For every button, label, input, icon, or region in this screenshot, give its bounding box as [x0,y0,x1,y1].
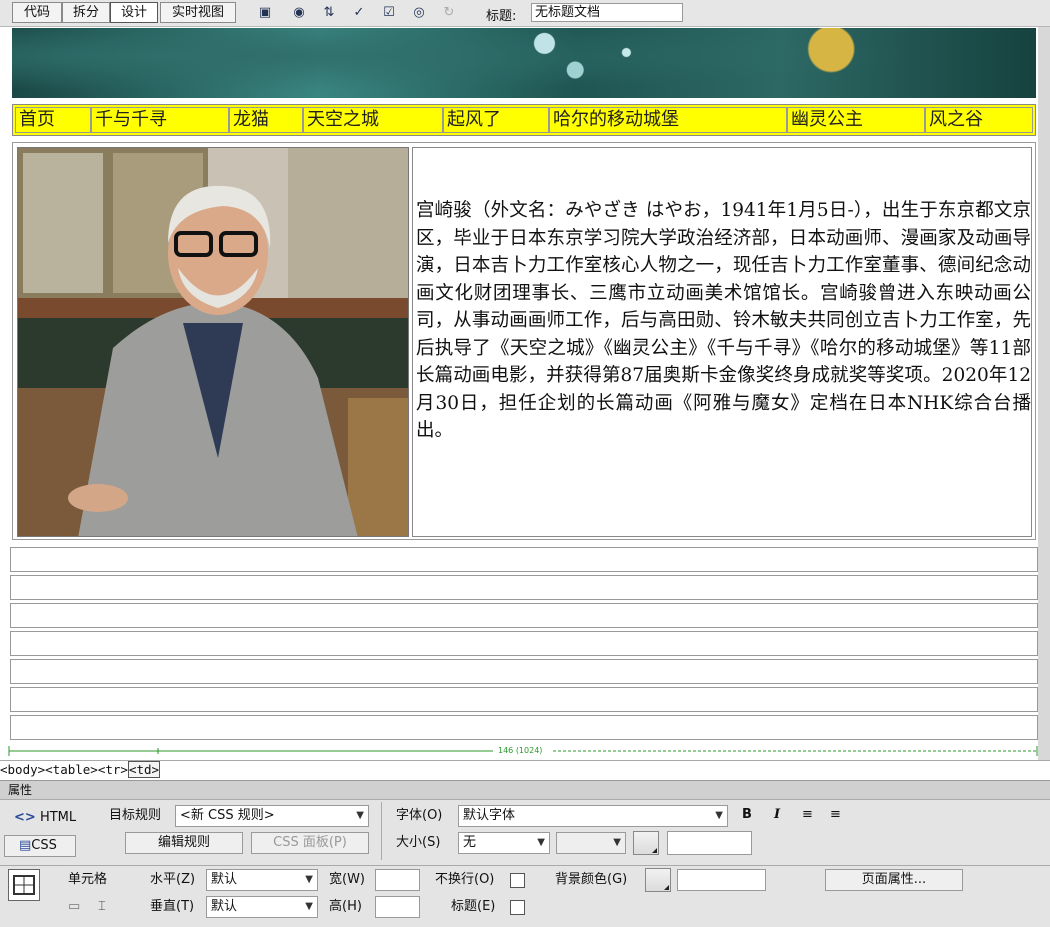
properties-title: 属性 [0,781,1050,800]
nowrap-checkbox[interactable] [510,873,525,888]
empty-row[interactable] [10,659,1038,684]
preview-globe-icon[interactable]: ◉ [290,4,308,21]
css-tab-label: CSS [31,838,57,853]
chevron-down-icon: ▼ [613,837,621,848]
merge-cells-icon[interactable]: ▭ [68,897,80,917]
design-view: 首页 千与千寻 龙猫 天空之城 起风了 哈尔的移动城堡 幽灵公主 风之谷 宫崎骏… [0,27,1050,760]
refresh-icon[interactable]: ↻ [440,4,458,21]
empty-row[interactable] [10,547,1038,572]
chevron-down-icon: ▼ [537,837,545,848]
size-select[interactable]: 无 ▼ [458,832,550,854]
document-toolbar: 代码 拆分 设计 实时视图 ▣ ◉ ⇅ ✓ ☑ ◎ ↻ 标题: 无标题文档 [0,0,1050,27]
divider [381,802,382,860]
nav-item-spirited-away[interactable]: 千与千寻 [91,107,229,133]
split-cell-icon[interactable]: ⌶ [98,897,106,917]
multiscreen-icon[interactable]: ▣ [256,4,274,21]
properties-panel: 属性 <> HTML ▤CSS 目标规则 <新 CSS 规则> ▼ 编辑规则 CS… [0,780,1050,927]
empty-row[interactable] [10,575,1038,600]
nowrap-label: 不换行(O) [435,872,495,887]
validate-icon[interactable]: ✓ [350,4,368,21]
css-panel-button[interactable]: CSS 面板(P) [251,832,369,854]
tag-tr[interactable]: <tr> [98,762,128,777]
align-center-icon[interactable]: ≡ [830,807,841,823]
width-label: 宽(W) [329,872,365,887]
bg-color-label: 背景颜色(G) [555,872,628,887]
check-page-icon[interactable]: ☑ [380,4,398,21]
target-rule-label: 目标规则 [109,808,162,823]
code-brackets-icon: <> [14,810,36,825]
size-label: 大小(S) [396,835,441,850]
nav-item-wind-rises[interactable]: 起风了 [443,107,549,133]
empty-row[interactable] [10,603,1038,628]
horz-label: 水平(Z) [150,872,196,887]
nav-item-laputa[interactable]: 天空之城 [303,107,443,133]
live-view-button[interactable]: 实时视图 [160,2,236,23]
code-view-button[interactable]: 代码 [12,2,62,23]
title-label: 标题: [486,9,517,24]
nav-item-mononoke[interactable]: 幽灵公主 [787,107,925,133]
vert-label: 垂直(T) [150,899,195,914]
content-table: 宫崎骏（外文名：みやざき はやお，1941年1月5日-），出生于东京都文京区，毕… [12,142,1036,540]
page-properties-button[interactable]: 页面属性... [825,869,963,891]
cell-icon [8,869,40,901]
vert-value: 默认 [211,899,238,914]
table-width-guide: 146 (1024) [8,745,1038,757]
target-rule-select[interactable]: <新 CSS 规则> ▼ [175,805,369,827]
empty-row[interactable] [10,631,1038,656]
nav-item-howls-castle[interactable]: 哈尔的移动城堡 [549,107,787,133]
header-label: 标题(E) [451,899,496,914]
bg-color-swatch[interactable] [645,868,671,892]
align-left-icon[interactable]: ≡ [802,807,813,823]
title-input[interactable]: 无标题文档 [531,3,683,22]
css-icon: ▤ [19,838,32,853]
size-unit-select[interactable]: ▼ [556,832,626,854]
split-view-button[interactable]: 拆分 [62,2,110,23]
text-color-input[interactable] [667,831,752,855]
chevron-down-icon: ▼ [305,901,313,912]
tag-selector: <body><table><tr><td> [0,760,1050,780]
divider [0,865,1050,866]
file-transfer-icon[interactable]: ⇅ [320,4,338,21]
italic-button[interactable]: I [774,807,780,823]
vert-select[interactable]: 默认 ▼ [206,896,318,918]
nav-item-totoro[interactable]: 龙猫 [229,107,303,133]
tag-td[interactable]: <td> [127,761,161,778]
bg-color-input[interactable] [677,869,766,891]
nav-bar: 首页 千与千寻 龙猫 天空之城 起风了 哈尔的移动城堡 幽灵公主 风之谷 [12,104,1036,136]
css-tab[interactable]: ▤CSS [4,835,76,857]
chevron-down-icon: ▼ [715,810,723,821]
bio-cell[interactable]: 宫崎骏（外文名：みやざき はやお，1941年1月5日-），出生于东京都文京区，毕… [412,147,1032,537]
chevron-down-icon: ▼ [356,810,364,821]
font-select[interactable]: 默认字体 ▼ [458,805,728,827]
width-guide-label: 146 (1024) [498,746,543,755]
nav-item-nausicaa[interactable]: 风之谷 [925,107,1033,133]
banner-image [12,28,1036,98]
visual-aids-icon[interactable]: ◎ [410,4,428,21]
font-value: 默认字体 [463,808,516,823]
portrait-photo[interactable] [17,147,409,537]
chevron-down-icon: ▼ [305,874,313,885]
nav-item-home[interactable]: 首页 [15,107,91,133]
tag-body[interactable]: <body> [0,762,45,777]
design-view-button[interactable]: 设计 [110,2,158,23]
horz-select[interactable]: 默认 ▼ [206,869,318,891]
size-value: 无 [463,835,477,850]
width-input[interactable] [375,869,420,891]
bio-text: 宫崎骏（外文名：みやざき はやお，1941年1月5日-），出生于东京都文京区，毕… [416,200,1031,441]
empty-row[interactable] [10,687,1038,712]
font-label: 字体(O) [396,808,443,823]
html-tab[interactable]: <> HTML [14,808,76,828]
header-checkbox[interactable] [510,900,525,915]
html-tab-label: HTML [39,810,77,825]
height-label: 高(H) [329,899,362,914]
horz-value: 默认 [211,872,238,887]
bold-button[interactable]: B [742,807,752,823]
edit-rule-button[interactable]: 编辑规则 [125,832,243,854]
tag-table[interactable]: <table> [45,762,98,777]
height-input[interactable] [375,896,420,918]
text-color-swatch[interactable] [633,831,659,855]
empty-row[interactable] [10,715,1038,740]
target-rule-value: <新 CSS 规则> [180,808,275,823]
cell-label: 单元格 [68,872,108,887]
